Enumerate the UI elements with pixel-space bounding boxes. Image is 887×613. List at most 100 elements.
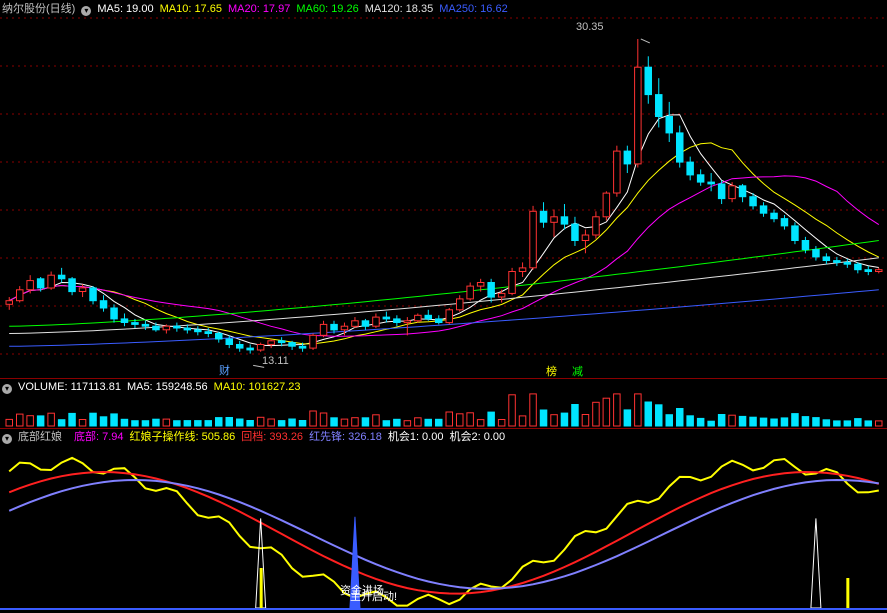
candle-body — [99, 300, 108, 309]
candle-body — [780, 218, 789, 227]
ma-value-1: MA10: 17.65 — [159, 3, 222, 15]
candle-body — [414, 314, 422, 322]
ma-value-0: MA5: 19.00 — [97, 3, 154, 15]
volume-bar — [456, 413, 464, 427]
volume-bar — [47, 412, 55, 427]
price-chart-pane[interactable]: 纳尔股份(日线) ▾ MA5: 19.00 MA10: 17.65 MA20: 17.9… — [0, 0, 887, 378]
volume-bar — [120, 418, 129, 427]
ma-value-3: MA60: 19.26 — [296, 3, 359, 15]
volume-bar — [162, 418, 171, 427]
candle-body — [319, 323, 328, 336]
ma-line-60 — [9, 240, 879, 327]
candle-body — [194, 329, 202, 333]
candle-body — [602, 192, 611, 218]
candle-body — [351, 320, 359, 327]
volume-bar — [613, 393, 621, 427]
candle-body — [676, 132, 684, 163]
candle-body — [225, 338, 233, 345]
volume-bar — [288, 418, 296, 427]
price-chart[interactable] — [0, 0, 887, 378]
volume-pane-header: ▾ VOLUME: 117113.81 MA5: 159248.56 MA10: 10… — [2, 380, 313, 394]
volume-bar — [298, 420, 307, 427]
indicator-name[interactable]: 底部红娘 — [18, 431, 62, 443]
volume-bar — [738, 415, 747, 427]
candle-body — [456, 298, 464, 311]
candle-body — [162, 325, 171, 331]
volume-bar — [319, 412, 328, 427]
candle-body — [36, 278, 45, 289]
volume-bar — [16, 413, 24, 427]
volume-bar — [749, 416, 757, 427]
volume-bar — [602, 397, 611, 427]
marker-jian[interactable]: 减 — [572, 363, 583, 378]
chevron-down-icon[interactable]: ▾ — [2, 384, 12, 394]
candle-body — [393, 318, 401, 323]
ma-value-4: MA120: 18.35 — [364, 3, 434, 15]
candle-body — [791, 225, 799, 241]
volume-bar — [581, 414, 590, 427]
volume-value-2: MA10: 101627.23 — [213, 381, 301, 393]
signal-bar — [259, 568, 263, 608]
candle-body — [267, 340, 275, 345]
indicator-value-2: 回档: 393.26 — [241, 431, 304, 443]
candle-body — [89, 287, 97, 302]
marker-cai[interactable]: 财 — [219, 362, 230, 378]
marker-bang[interactable]: 榜 — [546, 363, 557, 378]
indicator-chart[interactable] — [0, 428, 887, 613]
volume-bar — [539, 409, 548, 427]
candle-body — [728, 185, 736, 200]
candle-body — [68, 278, 76, 293]
ma-line-5 — [8, 114, 879, 347]
volume-bar — [236, 418, 244, 427]
high-price-label: 30.35 — [576, 21, 604, 33]
ma-line-120 — [9, 257, 879, 334]
candle-body — [445, 309, 453, 324]
volume-bar — [5, 418, 13, 427]
candle-body — [173, 325, 181, 329]
candle-body — [215, 333, 223, 340]
ma-value-2: MA20: 17.97 — [227, 3, 291, 15]
candle-body — [26, 280, 34, 291]
chevron-down-icon[interactable]: ▾ — [2, 434, 12, 444]
volume-bar — [686, 415, 694, 427]
volume-bar — [277, 420, 286, 427]
candle-body — [236, 344, 244, 349]
volume-bar — [372, 414, 380, 427]
candle-body — [120, 318, 129, 323]
candle-body — [204, 331, 212, 335]
volume-bar — [854, 418, 862, 427]
volume-bar — [623, 409, 632, 427]
volume-bar — [770, 418, 778, 427]
volume-bar — [655, 404, 663, 427]
volume-bar — [141, 420, 150, 427]
high-pointer — [640, 38, 651, 44]
volume-bar — [173, 420, 181, 427]
candle-body — [529, 210, 537, 269]
candle-body — [801, 240, 810, 251]
candle-body — [309, 334, 317, 349]
candle-body — [382, 316, 391, 320]
volume-bar — [676, 408, 684, 427]
chevron-down-icon[interactable]: ▾ — [81, 6, 92, 16]
volume-bar — [99, 416, 108, 427]
ma-line-20 — [8, 175, 880, 337]
volume-bar — [393, 418, 401, 427]
candle-body — [141, 323, 150, 327]
ma-line-10 — [8, 142, 880, 345]
volume-bar — [309, 410, 317, 427]
volume-bar — [26, 415, 34, 427]
indicator-pane[interactable]: ▾ 底部红娘 底部: 7.94 红娘子操作线: 505.86 回档: 393.26 红先锋… — [0, 428, 887, 613]
volume-bar — [833, 420, 841, 427]
low-price-label: 13.11 — [262, 355, 289, 367]
volume-pane[interactable]: ▾ VOLUME: 117113.81 MA5: 159248.56 MA10: 10… — [0, 378, 887, 428]
volume-bar — [717, 414, 726, 427]
signal-spike — [810, 518, 822, 609]
candle-body — [854, 263, 862, 271]
volume-bar — [529, 393, 537, 427]
candle-body — [424, 314, 432, 320]
candle-body — [550, 216, 558, 223]
volume-bar — [152, 418, 160, 427]
volume-bar — [728, 414, 736, 427]
candle-body — [476, 282, 485, 287]
candle-body — [749, 196, 757, 207]
